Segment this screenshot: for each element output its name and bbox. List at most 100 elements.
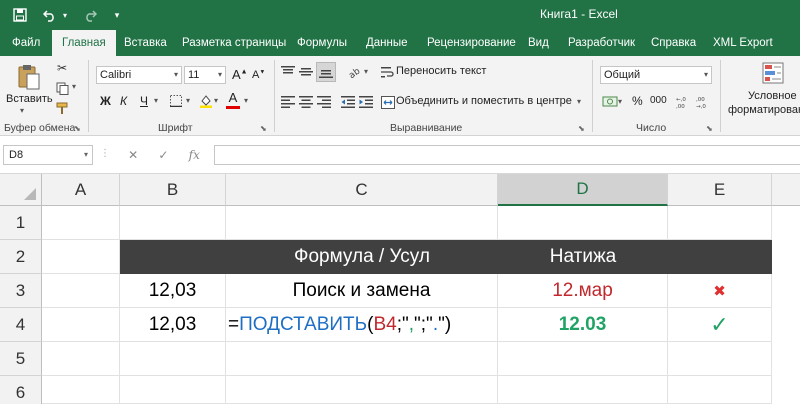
cut-icon[interactable]: ✂ [54, 60, 70, 76]
cell-a2[interactable] [42, 240, 120, 274]
cell-d1[interactable] [498, 206, 668, 240]
alignment-launcher-icon[interactable]: ⬊ [578, 124, 585, 133]
row-header-1[interactable]: 1 [0, 206, 42, 240]
tab-page-layout[interactable]: Разметка страницы [182, 30, 286, 56]
tab-data[interactable]: Данные [366, 30, 408, 56]
cell-c4[interactable]: = ПОДСТАВИТЬ(B4 ;", ";". ") [226, 308, 498, 342]
font-color-button[interactable]: А [226, 91, 240, 109]
insert-function-icon[interactable]: fx [189, 148, 200, 162]
tab-file[interactable]: Файл [12, 30, 40, 56]
align-center-icon[interactable] [298, 94, 314, 110]
merge-center-icon[interactable] [380, 94, 396, 110]
align-middle-icon[interactable] [298, 64, 314, 80]
increase-indent-icon[interactable] [358, 94, 374, 110]
cell-e3[interactable]: ✖ [668, 274, 772, 308]
decrease-decimal-icon[interactable]: ,00 →,0 [696, 94, 712, 110]
table-header-formula[interactable]: Формула / Усул [226, 240, 498, 274]
number-launcher-icon[interactable]: ⬊ [706, 124, 713, 133]
cell-b3[interactable]: 12,03 [120, 274, 226, 308]
row-header-3[interactable]: 3 [0, 274, 42, 308]
cell-e4[interactable]: ✓ [668, 308, 772, 342]
column-header-c[interactable]: C [226, 174, 498, 206]
bold-button[interactable]: Ж [100, 94, 111, 108]
align-right-icon[interactable] [316, 94, 332, 110]
orientation-icon[interactable]: ab [346, 64, 362, 80]
tab-developer[interactable]: Разработчик [568, 30, 635, 56]
cell-a6[interactable] [42, 376, 120, 404]
conditional-formatting-icon[interactable] [760, 60, 786, 86]
tab-formulas[interactable]: Формулы [297, 30, 347, 56]
cell-c3[interactable]: Поиск и замена [226, 274, 498, 308]
paste-dropdown-icon[interactable]: ▾ [20, 106, 24, 115]
cell-b6[interactable] [120, 376, 226, 404]
align-top-icon[interactable] [280, 64, 296, 80]
wrap-text-button[interactable]: Переносить текст [396, 65, 486, 77]
tab-view[interactable]: Вид [528, 30, 549, 56]
tab-help[interactable]: Справка [651, 30, 696, 56]
cell-d6[interactable] [498, 376, 668, 404]
conditional-formatting-label-1[interactable]: Условное [748, 90, 797, 102]
column-header-a[interactable]: A [42, 174, 120, 206]
formula-input[interactable] [214, 145, 800, 165]
copy-dropdown-icon[interactable]: ▾ [72, 82, 76, 91]
table-header-result[interactable]: Натижа [498, 240, 668, 274]
currency-format-icon[interactable] [602, 94, 618, 110]
font-launcher-icon[interactable]: ⬊ [260, 124, 267, 133]
tab-xml-export[interactable]: XML Export [713, 30, 773, 56]
row-header-4[interactable]: 4 [0, 308, 42, 342]
currency-dropdown-icon[interactable]: ▾ [618, 97, 622, 106]
align-left-icon[interactable] [280, 94, 296, 110]
cell-e6[interactable] [668, 376, 772, 404]
thousands-separator-button[interactable]: 000 [650, 95, 667, 106]
copy-icon[interactable] [54, 80, 70, 96]
row-header-5[interactable]: 5 [0, 342, 42, 376]
cell-e1[interactable] [668, 206, 772, 240]
cell-c6[interactable] [226, 376, 498, 404]
fill-color-icon[interactable] [198, 93, 214, 109]
cell-b5[interactable] [120, 342, 226, 376]
paste-label[interactable]: Вставить [6, 93, 53, 105]
cancel-icon[interactable]: ✕ [128, 148, 138, 162]
cell-b4[interactable]: 12,03 [120, 308, 226, 342]
column-header-e[interactable]: E [668, 174, 772, 206]
borders-dropdown-icon[interactable]: ▾ [186, 96, 190, 105]
name-box[interactable]: D8 ▾ [3, 145, 93, 165]
align-bottom-icon[interactable] [316, 62, 336, 82]
italic-button[interactable]: К [120, 94, 127, 108]
wrap-text-icon[interactable] [380, 64, 396, 80]
borders-icon[interactable] [168, 93, 184, 109]
clipboard-launcher-icon[interactable]: ⬊ [74, 124, 81, 133]
cell-e5[interactable] [668, 342, 772, 376]
confirm-icon[interactable]: ✓ [158, 148, 168, 162]
column-header-d[interactable]: D [498, 174, 668, 206]
orientation-dropdown-icon[interactable]: ▾ [364, 67, 368, 76]
cell-d3[interactable]: 12.мар [498, 274, 668, 308]
tab-home[interactable]: Главная [52, 30, 116, 56]
underline-button[interactable]: Ч [140, 94, 148, 108]
cell-d4[interactable]: 12.03 [498, 308, 668, 342]
merge-dropdown-icon[interactable]: ▾ [577, 97, 581, 106]
column-header-b[interactable]: B [120, 174, 226, 206]
number-format-combo[interactable]: Общий ▾ [600, 66, 712, 84]
tab-review[interactable]: Рецензирование [427, 30, 516, 56]
underline-dropdown-icon[interactable]: ▾ [154, 96, 158, 105]
format-painter-icon[interactable] [54, 100, 70, 116]
tab-insert[interactable]: Вставка [124, 30, 167, 56]
fill-color-dropdown-icon[interactable]: ▾ [214, 96, 218, 105]
cell-c5[interactable] [226, 342, 498, 376]
cell-a1[interactable] [42, 206, 120, 240]
cell-d5[interactable] [498, 342, 668, 376]
cell-a5[interactable] [42, 342, 120, 376]
cell-a3[interactable] [42, 274, 120, 308]
paste-icon[interactable] [16, 62, 42, 92]
select-all-button[interactable] [0, 174, 42, 206]
shrink-font-button[interactable]: A▼ [252, 69, 265, 81]
increase-decimal-icon[interactable]: ←,0,00 [676, 94, 692, 110]
row-header-2[interactable]: 2 [0, 240, 42, 274]
merge-center-button[interactable]: Объединить и поместить в центре [396, 95, 572, 107]
cell-c1[interactable] [226, 206, 498, 240]
row-header-6[interactable]: 6 [0, 376, 42, 404]
font-size-combo[interactable]: 11 ▾ [184, 66, 226, 84]
grow-font-button[interactable]: A▲ [232, 67, 248, 82]
font-name-combo[interactable]: Calibri ▾ [96, 66, 182, 84]
